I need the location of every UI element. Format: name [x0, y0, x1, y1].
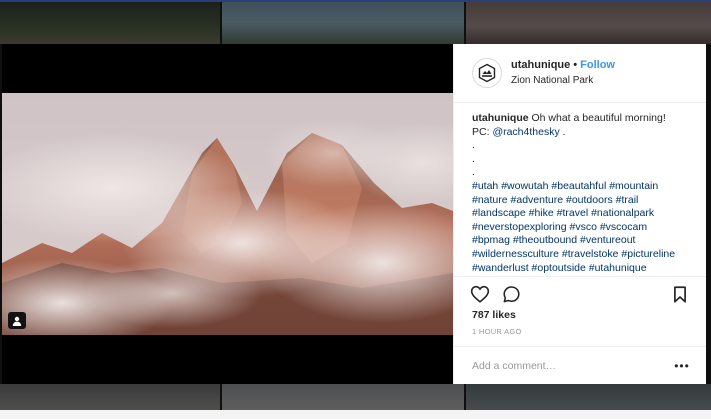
post-timestamp[interactable]: 1 HOUR AGO [472, 327, 522, 336]
hashtag-line[interactable]: #nature #adventure #outdoors #trail [472, 194, 638, 206]
header-user-line: utahunique • Follow [511, 59, 615, 71]
comment-input[interactable] [472, 358, 662, 374]
follow-button[interactable]: Follow [580, 59, 615, 71]
hashtag-line[interactable]: #wildernessculture #travelstoke #picture… [472, 248, 675, 260]
hashtag-line[interactable]: #landscape #hike #travel #nationalpark [472, 207, 654, 219]
comment-bubble-icon[interactable] [500, 283, 522, 305]
mountain-photo-illustration [2, 93, 453, 335]
hashtag-line[interactable]: #utah #wowutah #beautahful #mountain [472, 180, 658, 192]
post-photo[interactable] [2, 93, 453, 335]
header-separator: • [573, 59, 578, 71]
utah-badge-logo-icon [478, 63, 496, 83]
user-tag-icon[interactable] [8, 312, 26, 329]
caption-dot-line: . [472, 139, 475, 152]
hashtag-line[interactable]: #wanderlust #optoutside #utahunique [472, 262, 647, 274]
location-link[interactable]: Zion National Park [511, 75, 593, 86]
bottom-edge-strip [0, 410, 711, 419]
caption-mention-link[interactable]: @rach4thesky [492, 126, 559, 138]
caption-text: Oh what a beautiful morning! [531, 112, 666, 124]
comment-box: ••• [454, 346, 706, 385]
heart-icon[interactable] [469, 283, 491, 305]
caption-pc-label: PC: [472, 125, 490, 138]
header-username[interactable]: utahunique [511, 59, 570, 71]
hashtag-line[interactable]: #neverstopexploring #vsco #vscocam [472, 221, 647, 233]
post-action-bar [454, 276, 706, 307]
caption-dot-line: . [472, 166, 475, 179]
caption-username[interactable]: utahunique [472, 112, 529, 124]
top-edge-strip [0, 0, 711, 2]
caption-period: . [562, 125, 566, 138]
post-info-pane: utahunique • Follow Zion National Park uta… [453, 44, 706, 384]
post-header: utahunique • Follow Zion National Park [454, 44, 706, 103]
hashtag-list: #utah #wowutah #beautahful #mountain #na… [472, 180, 698, 275]
likes-count[interactable]: 787 likes [472, 309, 516, 321]
post-media-pane [2, 44, 453, 384]
more-options-icon[interactable]: ••• [674, 358, 690, 374]
caption-dot-line: . [472, 152, 475, 165]
bookmark-icon[interactable] [669, 283, 691, 305]
post-caption: utahunique Oh what a beautiful morning! … [472, 112, 698, 275]
avatar[interactable] [472, 58, 502, 88]
instagram-post-modal-screen: utahunique • Follow Zion National Park uta… [0, 0, 711, 419]
hashtag-line[interactable]: #bpmag #theoutbound #ventureout [472, 234, 635, 246]
